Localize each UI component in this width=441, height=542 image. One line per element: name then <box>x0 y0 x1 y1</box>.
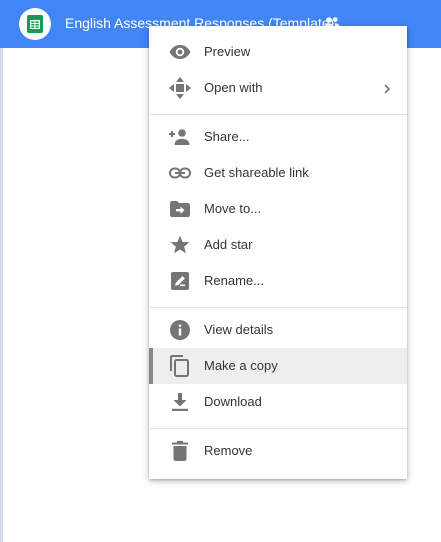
info-icon <box>168 318 192 342</box>
menu-item-label: Remove <box>204 443 253 458</box>
folder-move-icon <box>168 197 192 221</box>
menu-item-label: Make a copy <box>204 358 278 373</box>
menu-item-label: Open with <box>204 80 263 95</box>
menu-item-label: Move to... <box>204 201 262 216</box>
menu-item-label: Share... <box>204 129 250 144</box>
menu-item-preview[interactable]: Preview <box>149 34 407 70</box>
menu-item-share[interactable]: Share... <box>149 119 407 155</box>
file-context-menu: Preview Open with Share... Get shareable… <box>149 26 407 479</box>
menu-item-label: Add star <box>204 237 253 252</box>
eye-icon <box>168 40 192 64</box>
star-icon <box>168 233 192 257</box>
menu-divider <box>149 307 407 308</box>
chevron-right-icon <box>383 82 391 100</box>
download-icon <box>168 390 192 414</box>
menu-item-download[interactable]: Download <box>149 384 407 420</box>
rename-icon <box>168 269 192 293</box>
menu-item-open-with[interactable]: Open with <box>149 70 407 106</box>
google-sheets-icon[interactable] <box>19 8 51 40</box>
menu-item-label: Preview <box>204 44 251 59</box>
add-person-icon <box>168 125 192 149</box>
menu-item-label: Rename... <box>204 273 264 288</box>
menu-item-rename[interactable]: Rename... <box>149 263 407 299</box>
menu-item-move-to[interactable]: Move to... <box>149 191 407 227</box>
copy-icon <box>168 354 192 378</box>
menu-item-label: View details <box>204 322 274 337</box>
trash-icon <box>168 439 192 463</box>
move-arrows-icon <box>168 76 192 100</box>
menu-item-remove[interactable]: Remove <box>149 433 407 469</box>
menu-divider <box>149 428 407 429</box>
menu-item-view-details[interactable]: View details <box>149 312 407 348</box>
menu-item-add-star[interactable]: Add star <box>149 227 407 263</box>
menu-item-label: Download <box>204 394 262 409</box>
link-icon <box>168 161 192 185</box>
page-left-edge <box>0 48 3 542</box>
menu-item-get-shareable-link[interactable]: Get shareable link <box>149 155 407 191</box>
menu-item-make-a-copy[interactable]: Make a copy <box>149 348 407 384</box>
menu-item-label: Get shareable link <box>204 165 309 180</box>
menu-divider <box>149 114 407 115</box>
